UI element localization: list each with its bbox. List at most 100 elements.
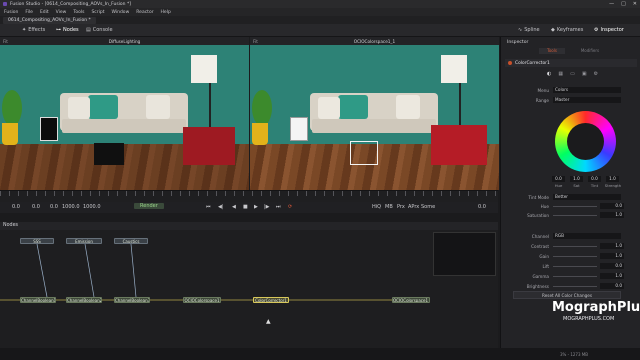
menu-row: Menu Colors: [501, 87, 640, 94]
minimize-button[interactable]: —: [609, 1, 614, 7]
effects-button[interactable]: ✦ Effects: [22, 27, 45, 33]
time-ruler[interactable]: [0, 190, 498, 202]
mask-tab-icon[interactable]: ▣: [582, 71, 587, 77]
tab-modifiers[interactable]: Modifiers: [575, 48, 605, 54]
aprx-toggle[interactable]: APrx: [408, 204, 419, 210]
gain-slider[interactable]: [553, 256, 597, 257]
node-navigator[interactable]: [433, 232, 496, 276]
node-ocio1-1[interactable]: OCIOColorspace1_1: [392, 297, 430, 303]
go-start-icon[interactable]: ⏮: [206, 204, 211, 210]
range-label: Range: [535, 98, 549, 103]
close-button[interactable]: ✕: [633, 1, 637, 7]
render-start-field[interactable]: 0.0: [32, 204, 40, 210]
keyframes-button[interactable]: ◆ Keyframes: [551, 27, 583, 33]
viewer-left[interactable]: [0, 45, 249, 190]
menu-view[interactable]: View: [56, 10, 67, 15]
lift-slider[interactable]: [553, 266, 597, 267]
tab-tools[interactable]: Tools: [539, 48, 565, 54]
menu-file[interactable]: File: [25, 10, 33, 15]
menu-dropdown[interactable]: Colors: [553, 87, 621, 93]
scene-pillow-3: [146, 95, 170, 119]
gain-value[interactable]: 1.0: [600, 253, 624, 259]
node-caustics[interactable]: Caustics: [114, 238, 148, 244]
menu-edit[interactable]: Edit: [40, 10, 49, 15]
node-ocio1[interactable]: OCIOColorspace1: [183, 297, 221, 303]
maximize-button[interactable]: □: [621, 1, 626, 7]
loop-icon[interactable]: ⟳: [288, 204, 292, 210]
global-start-field[interactable]: 0.0: [12, 204, 20, 210]
node-channelboolean2[interactable]: ChannelBoolean2: [66, 297, 102, 303]
title-bar: Fusion Studio - [0614_Compositing_AOVs_I…: [0, 0, 640, 8]
tool-enable-icon[interactable]: [508, 61, 512, 65]
tint-mode-label: Tint Mode: [528, 195, 549, 200]
saturation-value[interactable]: 1.0: [600, 212, 624, 218]
some-toggle[interactable]: Some: [421, 204, 435, 210]
brightness-row: Brightness 0.0: [501, 283, 640, 290]
color-wheel[interactable]: [555, 111, 616, 172]
hiq-toggle[interactable]: HiQ: [372, 204, 381, 210]
gamma-slider[interactable]: [553, 276, 597, 277]
inspector-button[interactable]: ⚙ Inspector: [594, 27, 624, 33]
console-button[interactable]: ▤ Console: [86, 27, 113, 33]
play-icon[interactable]: ▶: [254, 204, 258, 210]
file-tab-bar: 0614_Compositing_AOVs_In_Fusion *: [0, 16, 640, 24]
menu-window[interactable]: Window: [112, 10, 130, 15]
node-emission[interactable]: Emission: [66, 238, 102, 244]
render-button[interactable]: Render: [134, 203, 164, 209]
scene-cube: [350, 141, 378, 165]
tint-mode-dropdown[interactable]: Better: [553, 194, 621, 200]
hue-value[interactable]: 0.0: [600, 203, 624, 209]
step-back-icon[interactable]: ◀|: [218, 204, 224, 210]
prx-toggle[interactable]: Prx: [397, 204, 405, 210]
effects-icon: ✦: [22, 27, 27, 33]
range-dropdown[interactable]: Master: [553, 97, 621, 103]
mb-toggle[interactable]: MB: [385, 204, 393, 210]
spline-button[interactable]: ∿ Spline: [518, 27, 540, 33]
hue-slider[interactable]: [553, 206, 597, 207]
wheel-hue-label: Hue: [554, 183, 563, 188]
brightness-value[interactable]: 0.0: [600, 283, 624, 289]
menu-tools[interactable]: Tools: [73, 10, 84, 15]
options-tab-icon[interactable]: ▭: [570, 71, 575, 77]
wheel-hue-value[interactable]: 0.0: [552, 176, 565, 182]
lift-value[interactable]: 0.0: [600, 263, 624, 269]
viewer-right[interactable]: [250, 45, 499, 190]
go-end-icon[interactable]: ⏭: [276, 204, 281, 210]
wheel-tint-value[interactable]: 0.0: [588, 176, 601, 182]
channel-dropdown[interactable]: RGB: [553, 233, 621, 239]
contrast-value[interactable]: 1.0: [600, 243, 624, 249]
brightness-slider[interactable]: [553, 286, 597, 287]
contrast-label: Contrast: [531, 244, 549, 249]
watermark-logo: MographPlus: [552, 300, 640, 315]
wheel-strength-value[interactable]: 1.0: [606, 176, 619, 182]
step-forward-icon[interactable]: |▶: [264, 204, 270, 210]
render-end-field[interactable]: 1000.0: [62, 204, 80, 210]
menu-script[interactable]: Script: [91, 10, 104, 15]
gamma-value[interactable]: 1.0: [600, 273, 624, 279]
menu-fusion[interactable]: Fusion: [4, 10, 18, 15]
stop-icon[interactable]: ■: [243, 204, 248, 210]
node-graph[interactable]: SSS Emission Caustics ChannelBoolean1 Ch…: [0, 230, 498, 348]
current-time-field[interactable]: 0.0: [50, 204, 58, 210]
wheel-sat-value[interactable]: 1.0: [570, 176, 583, 182]
nodes-button[interactable]: ⊶ Nodes: [56, 27, 79, 33]
saturation-slider[interactable]: [553, 215, 597, 216]
nodes-label: Nodes: [63, 27, 79, 33]
menu-help[interactable]: Help: [161, 10, 171, 15]
play-reverse-icon[interactable]: ◀: [232, 204, 236, 210]
contrast-slider[interactable]: [553, 246, 597, 247]
node-sss[interactable]: SSS: [20, 238, 54, 244]
scene-pot: [2, 123, 18, 145]
node-channelboolean1[interactable]: ChannelBoolean1: [20, 297, 56, 303]
global-end-field[interactable]: 1000.0: [83, 204, 101, 210]
colors-tab-icon[interactable]: ◐: [547, 71, 551, 77]
node-colorcorrector1[interactable]: ColorCorrector1: [253, 297, 289, 303]
tool-header[interactable]: ColorCorrector1: [505, 59, 637, 67]
reset-color-changes-button[interactable]: Reset All Color Changes: [513, 291, 621, 299]
viewer-right-name: OCIOColorspace1_1: [353, 38, 396, 44]
levels-tab-icon[interactable]: ▦: [558, 71, 563, 77]
settings-tab-icon[interactable]: ⚙: [594, 71, 598, 77]
node-channelboolean3[interactable]: ChannelBoolean3: [114, 297, 150, 303]
file-tab[interactable]: 0614_Compositing_AOVs_In_Fusion *: [3, 16, 96, 24]
menu-reactor[interactable]: Reactor: [136, 10, 153, 15]
